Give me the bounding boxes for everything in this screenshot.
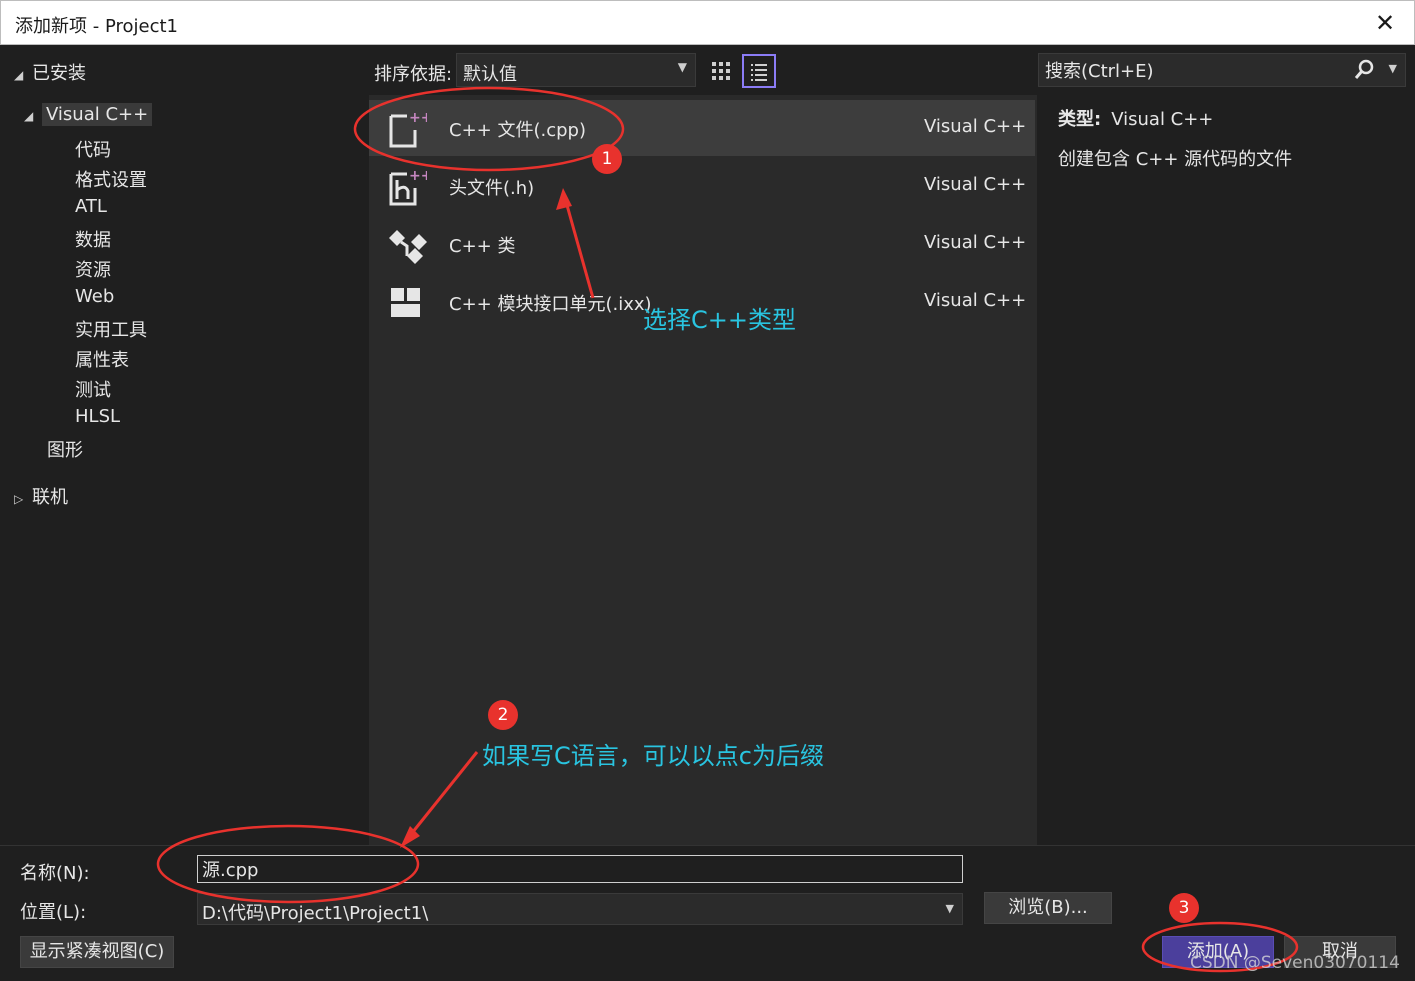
name-input[interactable] — [198, 856, 962, 882]
tree-node-property-sheets[interactable]: 属性表 — [75, 346, 129, 372]
header-file-icon: ++ — [389, 168, 427, 206]
svg-text:++: ++ — [409, 168, 427, 184]
svg-text:++: ++ — [409, 110, 427, 126]
location-label: 位置(L): — [20, 902, 87, 923]
tree-node-installed[interactable]: ◢ 已安装 — [14, 59, 86, 85]
name-label: 名称(N): — [20, 863, 90, 884]
tree-node-visual-cpp[interactable]: ◢ Visual C++ — [24, 103, 153, 126]
grid-view-button[interactable] — [704, 54, 738, 88]
chevron-down-icon: ▼ — [945, 902, 954, 915]
search-input[interactable] — [1045, 59, 1355, 83]
tree-node-label: 联机 — [32, 487, 68, 508]
expanded-arrow-icon: ◢ — [14, 68, 24, 82]
tree-node-label: Visual C++ — [42, 103, 153, 126]
tree-node-resource[interactable]: 资源 — [75, 256, 111, 282]
watermark: CSDN @Seven03070114 — [1190, 953, 1400, 973]
category-tree: ◢ 已安装 ◢ Visual C++ 代码 格式设置 ATL 数据 资源 Web 实… — [0, 45, 368, 845]
template-name: 头文件(.h) — [449, 178, 535, 199]
sort-value: 默认值 — [463, 64, 517, 85]
step-badge-2: 2 — [488, 700, 518, 730]
step-badge-3: 3 — [1169, 893, 1199, 923]
compact-view-button[interactable]: 显示紧凑视图(C) — [20, 936, 174, 968]
chevron-down-icon: ▼ — [677, 60, 687, 74]
tree-node-hlsl[interactable]: HLSL — [75, 406, 120, 427]
list-view-button[interactable] — [742, 54, 776, 88]
search-box[interactable]: ▼ — [1038, 53, 1406, 87]
template-language: Visual C++ — [924, 232, 1027, 253]
step-badge-1: 1 — [592, 144, 622, 174]
template-type: 类型: Visual C++ — [1058, 105, 1398, 131]
sort-dropdown[interactable]: 默认值 ▼ — [456, 53, 696, 87]
tree-node-utility[interactable]: 实用工具 — [75, 316, 147, 342]
template-list: ++ C++ 文件(.cpp) Visual C++ ++ 头文件(.h) Vi… — [369, 95, 1037, 845]
template-name: C++ 文件(.cpp) — [449, 120, 586, 141]
type-label: 类型: — [1058, 109, 1102, 130]
window-title: 添加新项 - Project1 — [15, 16, 178, 37]
name-field[interactable] — [197, 855, 963, 883]
tree-node-test[interactable]: 测试 — [75, 376, 111, 402]
search-icon[interactable] — [1353, 59, 1375, 81]
annotation-note-1: 选择C++类型 — [643, 306, 796, 334]
template-language: Visual C++ — [924, 174, 1027, 195]
module-unit-icon — [391, 288, 420, 317]
add-new-item-dialog: ◢ 已安装 ◢ Visual C++ 代码 格式设置 ATL 数据 资源 Web 实… — [0, 45, 1415, 981]
sort-label: 排序依据: — [374, 64, 453, 85]
tree-node-formatting[interactable]: 格式设置 — [75, 166, 147, 192]
template-language: Visual C++ — [924, 290, 1027, 311]
grid-view-icon — [712, 62, 730, 80]
tree-node-data[interactable]: 数据 — [75, 226, 111, 252]
type-value: Visual C++ — [1111, 109, 1214, 130]
template-name: C++ 类 — [449, 236, 516, 257]
tree-node-label: 已安装 — [32, 63, 86, 84]
details-pane: 类型: Visual C++ 创建包含 C++ 源代码的文件 — [1058, 105, 1398, 171]
tree-node-code[interactable]: 代码 — [75, 136, 111, 162]
title-bar: 添加新项 - Project1 ✕ — [0, 0, 1415, 45]
annotation-note-2: 如果写C语言，可以以点c为后缀 — [482, 742, 824, 770]
location-value: D:\代码\Project1\Project1\ — [202, 903, 429, 924]
template-language: Visual C++ — [924, 116, 1027, 137]
template-row-header-file[interactable]: ++ 头文件(.h) Visual C++ — [369, 158, 1035, 214]
tree-node-graphics[interactable]: 图形 — [47, 436, 83, 462]
cpp-file-icon: ++ — [389, 110, 427, 148]
close-icon[interactable]: ✕ — [1372, 9, 1398, 37]
location-dropdown[interactable]: D:\代码\Project1\Project1\ ▼ — [197, 893, 963, 925]
tree-node-atl[interactable]: ATL — [75, 196, 107, 217]
browse-button[interactable]: 浏览(B)... — [984, 892, 1112, 924]
template-name: C++ 模块接口单元(.ixx) — [449, 294, 652, 315]
tree-node-online[interactable]: ▷ 联机 — [14, 483, 68, 509]
template-row-cpp-file[interactable]: ++ C++ 文件(.cpp) Visual C++ — [369, 100, 1035, 156]
template-row-cpp-class[interactable]: C++ 类 Visual C++ — [369, 216, 1035, 272]
tree-node-web[interactable]: Web — [75, 286, 114, 307]
cpp-class-icon — [389, 230, 427, 264]
collapsed-arrow-icon: ▷ — [14, 492, 24, 506]
list-view-icon — [751, 64, 767, 81]
chevron-down-icon[interactable]: ▼ — [1389, 62, 1397, 75]
template-description: 创建包含 C++ 源代码的文件 — [1058, 149, 1293, 170]
expanded-arrow-icon: ◢ — [24, 109, 34, 123]
